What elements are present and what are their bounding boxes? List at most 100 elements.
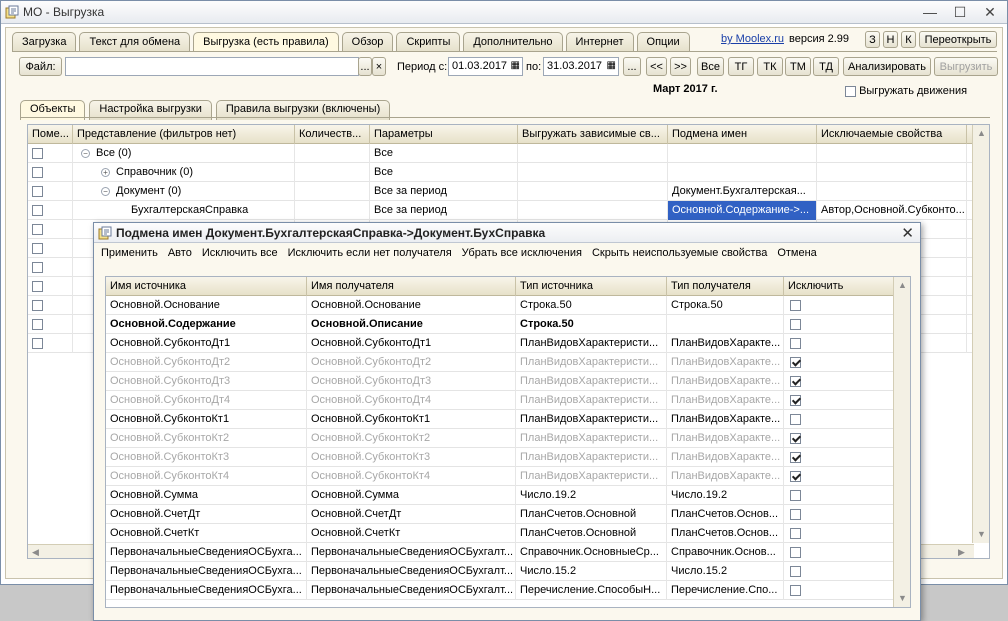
exclude-checkbox[interactable] xyxy=(790,565,801,577)
scroll-right-icon[interactable]: ▶ xyxy=(958,547,965,558)
row-checkbox[interactable] xyxy=(32,242,43,254)
exclude-checkbox[interactable] xyxy=(790,413,801,425)
exclude-checkbox[interactable] xyxy=(790,337,801,349)
exclude-cell[interactable] xyxy=(784,315,895,334)
expand-icon[interactable]: + xyxy=(101,167,110,177)
exclude-checkbox[interactable] xyxy=(790,546,801,558)
table-row[interactable]: ПервоначальныеСведенияОСБухга... Первонач… xyxy=(106,543,910,562)
period-tk-button[interactable]: ТК xyxy=(757,57,783,76)
mark-cell[interactable] xyxy=(28,182,73,201)
mark-cell[interactable] xyxy=(28,315,73,334)
table-row[interactable]: ПервоначальныеСведенияОСБухга... Первонач… xyxy=(106,562,910,581)
table-row[interactable]: Основной.СчетДт Основной.СчетДт ПланСчетов… xyxy=(106,505,910,524)
exclude-checkbox[interactable] xyxy=(790,318,801,330)
scroll-down-icon[interactable]: ▼ xyxy=(898,593,907,603)
table-row[interactable]: − Документ (0) Все за период Документ.Бухга… xyxy=(28,182,989,201)
table-row[interactable]: Основной.СубконтоДт2 Основной.СубконтоДт2… xyxy=(106,353,910,372)
exclude-checkbox[interactable] xyxy=(790,356,801,368)
exclude-checkbox[interactable] xyxy=(790,489,801,501)
n-button[interactable]: Н xyxy=(883,31,898,48)
dialog-command-1[interactable]: Авто xyxy=(168,247,192,259)
row-checkbox[interactable] xyxy=(32,223,43,235)
collapse-icon[interactable]: − xyxy=(81,148,90,158)
mark-cell[interactable] xyxy=(28,277,73,296)
substitution-vscroll[interactable]: ▲ ▼ xyxy=(893,277,910,607)
row-checkbox[interactable] xyxy=(32,204,43,216)
exclude-cell[interactable] xyxy=(784,448,895,467)
mark-cell[interactable] xyxy=(28,239,73,258)
row-checkbox[interactable] xyxy=(32,318,43,330)
tab-0[interactable]: Загрузка xyxy=(12,32,77,51)
exclude-checkbox[interactable] xyxy=(790,451,801,463)
reopen-button[interactable]: Переоткрыть xyxy=(919,31,997,48)
objects-column-header[interactable]: Количеств... xyxy=(295,125,370,144)
scroll-down-icon[interactable]: ▼ xyxy=(977,529,986,539)
exclude-cell[interactable] xyxy=(784,486,895,505)
table-row[interactable]: Основной.СубконтоКт1 Основной.СубконтоКт1… xyxy=(106,410,910,429)
period-tm-button[interactable]: ТМ xyxy=(785,57,811,76)
table-row[interactable]: Основной.Основание Основной.Основание Стро… xyxy=(106,296,910,315)
minimize-icon[interactable]: — xyxy=(919,3,941,21)
substitution-column-header[interactable]: Тип источника xyxy=(516,277,667,296)
objects-column-header[interactable]: Выгружать зависимые св... xyxy=(518,125,668,144)
table-row[interactable]: Основной.СубконтоДт4 Основной.СубконтоДт4… xyxy=(106,391,910,410)
calendar-icon[interactable]: ▦ xyxy=(511,60,520,71)
row-checkbox[interactable] xyxy=(32,337,43,349)
exclude-cell[interactable] xyxy=(784,410,895,429)
table-row[interactable]: Основной.Сумма Основной.Сумма Число.19.2 Чи… xyxy=(106,486,910,505)
table-row[interactable]: + Справочник (0) Все xyxy=(28,163,989,182)
row-checkbox[interactable] xyxy=(32,147,43,159)
period-all-button[interactable]: Все xyxy=(697,57,724,76)
row-checkbox[interactable] xyxy=(32,280,43,292)
period-td-button[interactable]: ТД xyxy=(813,57,839,76)
analyze-button[interactable]: Анализировать xyxy=(843,57,931,76)
export-moves-check[interactable] xyxy=(845,85,856,97)
exclude-cell[interactable] xyxy=(784,429,895,448)
exclude-checkbox[interactable] xyxy=(790,299,801,311)
mark-cell[interactable] xyxy=(28,163,73,182)
exclude-cell[interactable] xyxy=(784,505,895,524)
collapse-icon[interactable]: − xyxy=(101,186,110,196)
maximize-icon[interactable]: ☐ xyxy=(949,3,971,21)
row-checkbox[interactable] xyxy=(32,166,43,178)
mark-cell[interactable] xyxy=(28,144,73,163)
exclude-cell[interactable] xyxy=(784,353,895,372)
file-button[interactable]: Файл: xyxy=(19,57,62,76)
substitution-column-header[interactable]: Исключить xyxy=(784,277,895,296)
export-moves-checkbox[interactable]: Выгружать движения xyxy=(845,85,967,97)
objects-column-header[interactable]: Параметры xyxy=(370,125,518,144)
row-checkbox[interactable] xyxy=(32,299,43,311)
exclude-cell[interactable] xyxy=(784,296,895,315)
scroll-left-icon[interactable]: ◀ xyxy=(32,547,39,558)
mark-cell[interactable] xyxy=(28,334,73,353)
table-row[interactable]: Основной.СубконтоКт2 Основной.СубконтоКт2… xyxy=(106,429,910,448)
exclude-cell[interactable] xyxy=(784,391,895,410)
objects-column-header[interactable]: Представление (фильтров нет) xyxy=(73,125,295,144)
mark-cell[interactable] xyxy=(28,296,73,315)
exclude-checkbox[interactable] xyxy=(790,375,801,387)
table-row[interactable]: БухгалтерскаяСправка Все за период Основно… xyxy=(28,201,989,220)
tab-1[interactable]: Текст для обмена xyxy=(79,32,191,51)
exclude-cell[interactable] xyxy=(784,467,895,486)
dialog-command-0[interactable]: Применить xyxy=(101,247,158,259)
period-to-input[interactable]: 31.03.2017 ▦ xyxy=(543,57,619,76)
exclude-checkbox[interactable] xyxy=(790,508,801,520)
exclude-checkbox[interactable] xyxy=(790,394,801,406)
objects-column-header[interactable]: Исключаемые свойства xyxy=(817,125,967,144)
exclude-cell[interactable] xyxy=(784,334,895,353)
tab-5[interactable]: Дополнительно xyxy=(463,32,563,51)
tab-4[interactable]: Скрипты xyxy=(396,32,461,51)
z-button[interactable]: З xyxy=(865,31,880,48)
export-button[interactable]: Выгрузить xyxy=(934,57,998,76)
tab-7[interactable]: Опции xyxy=(636,32,690,51)
exclude-cell[interactable] xyxy=(784,543,895,562)
table-row[interactable]: − Все (0) Все xyxy=(28,144,989,163)
tab-2[interactable]: Выгрузка (есть правила) xyxy=(193,32,339,52)
period-pick-button[interactable]: ... xyxy=(623,57,641,76)
mark-cell[interactable] xyxy=(28,220,73,239)
exclude-checkbox[interactable] xyxy=(790,527,801,539)
substitution-column-header[interactable]: Тип получателя xyxy=(667,277,784,296)
table-row[interactable]: Основной.СубконтоДт3 Основной.СубконтоДт3… xyxy=(106,372,910,391)
tab-6[interactable]: Интернет xyxy=(565,32,634,51)
k-button[interactable]: К xyxy=(901,31,916,48)
